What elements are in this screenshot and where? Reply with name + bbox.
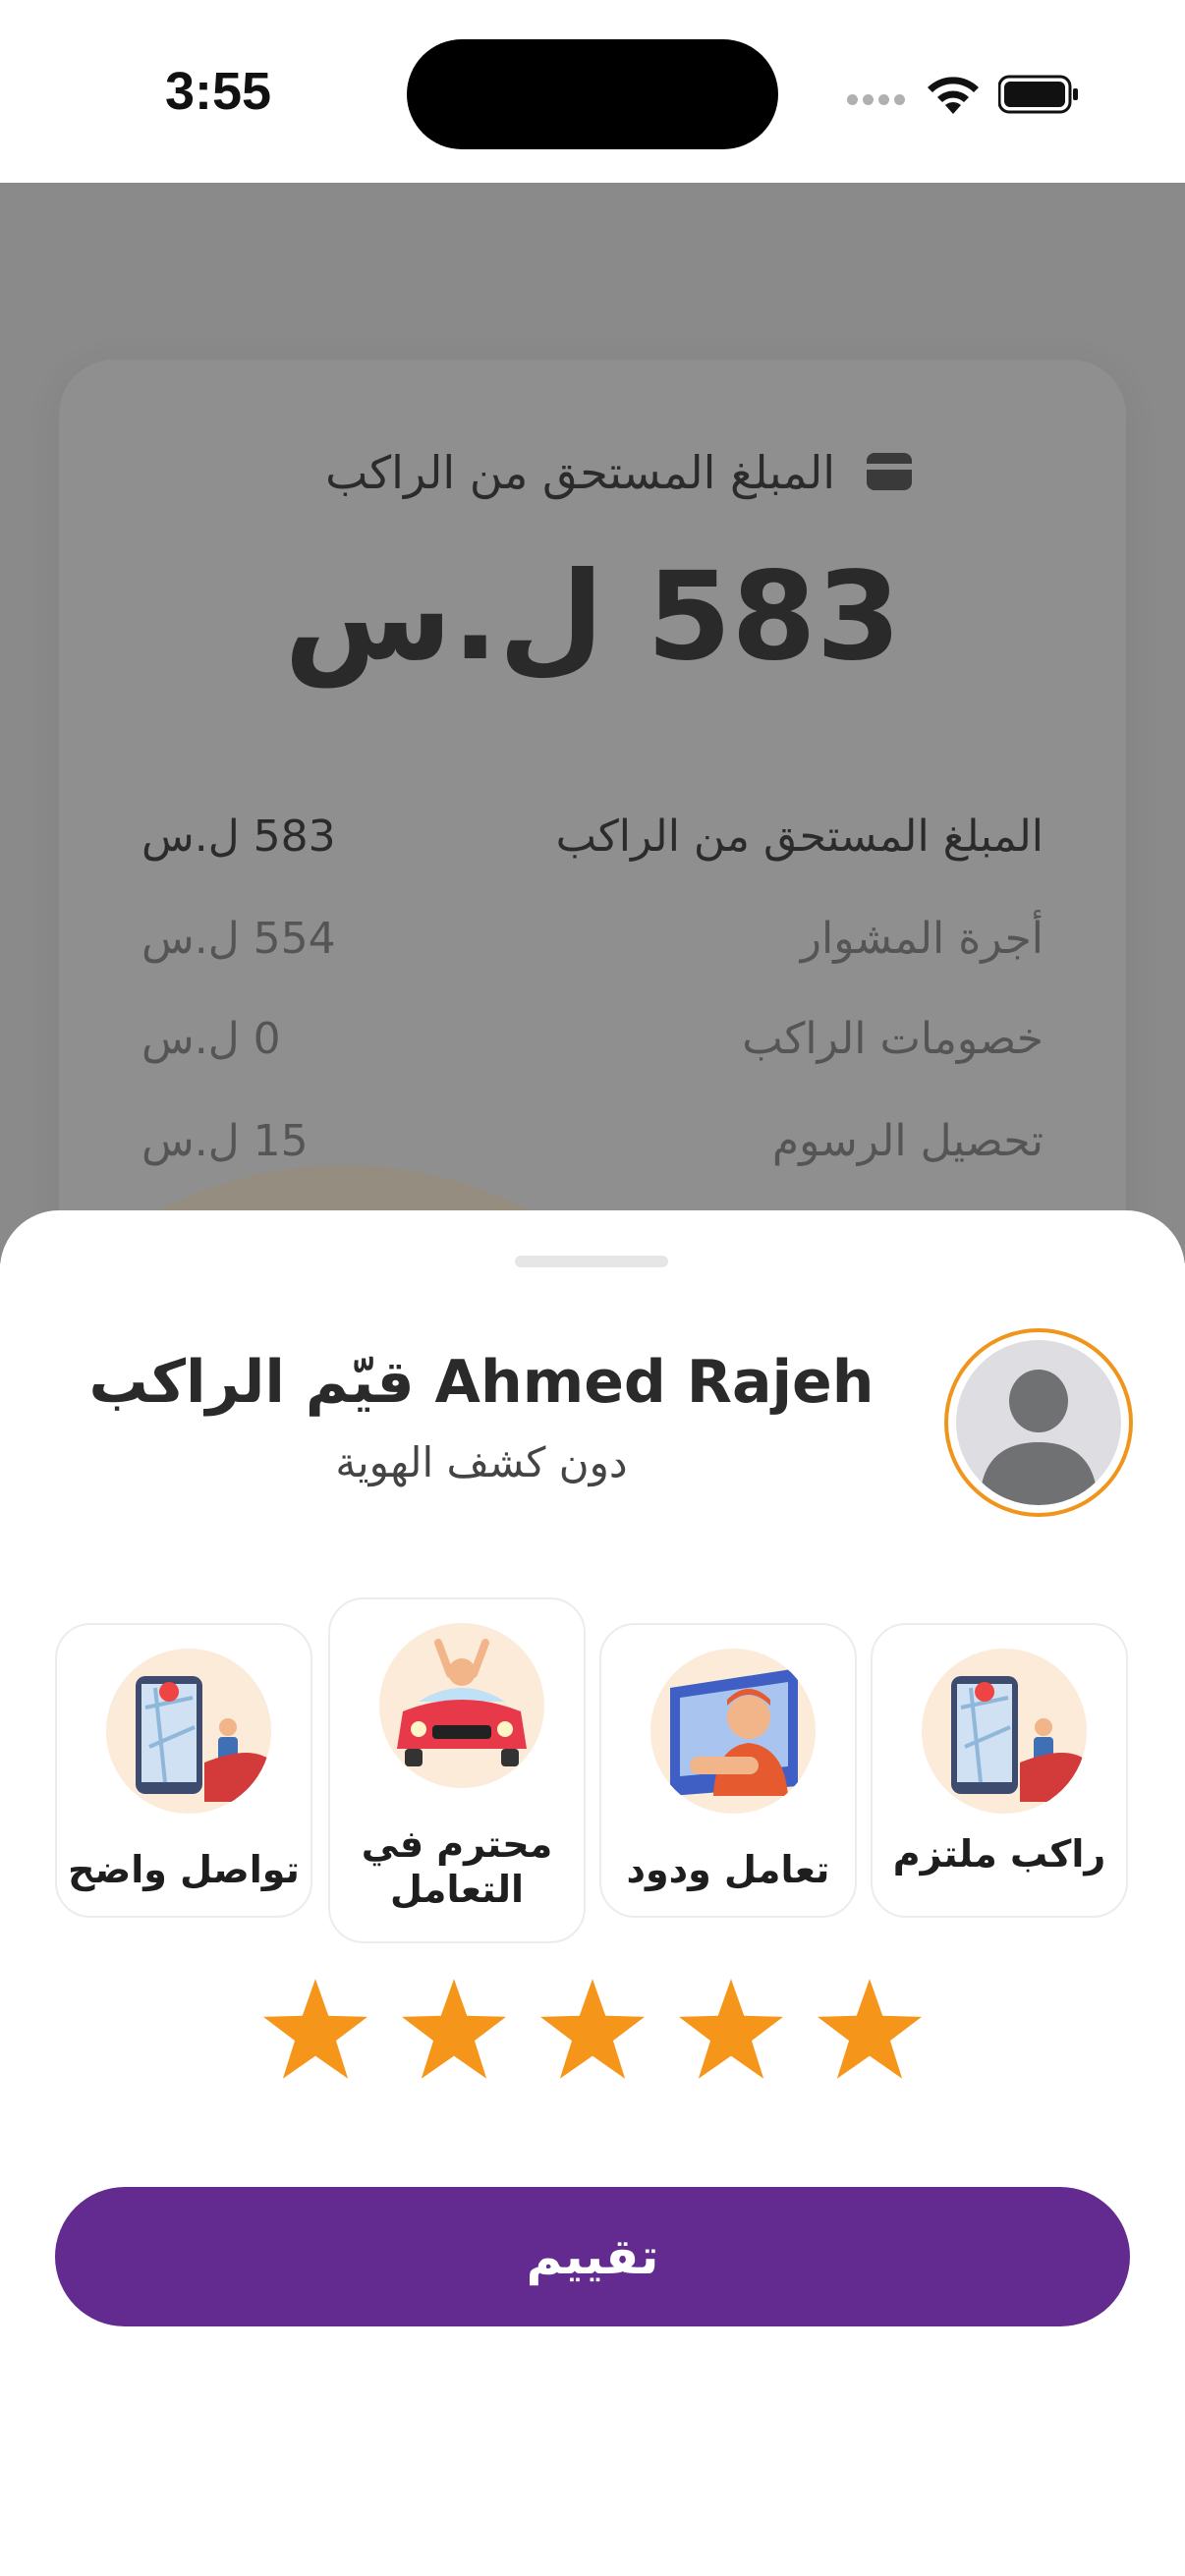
fare-row: تحصيل الرسوم 15 ل.س xyxy=(141,1116,1044,1175)
status-bar: 3:55 xyxy=(0,0,1185,183)
fare-row: خصومات الراكب 0 ل.س xyxy=(141,1014,1044,1073)
fare-row-label: تحصيل الرسوم xyxy=(771,1116,1044,1166)
dynamic-island xyxy=(407,39,778,149)
trait-options: راكب ملتزم تعامل ودود محترم في التعامل ت… xyxy=(55,1597,1130,1943)
wallet-icon xyxy=(867,453,912,492)
fare-row-value: 15 ل.س xyxy=(141,1116,309,1166)
trait-option-friendly[interactable]: تعامل ودود xyxy=(599,1623,857,1918)
total-amount: 583 ل.س xyxy=(284,546,901,688)
dimmed-background[interactable]: المبلغ المستحق من الراكب 583 ل.س المبلغ … xyxy=(0,183,1185,1263)
battery-icon xyxy=(998,75,1078,114)
fare-row-label: خصومات الراكب xyxy=(742,1014,1044,1064)
trait-option-clear-communication[interactable]: تواصل واضح xyxy=(55,1623,312,1918)
star-2-icon[interactable] xyxy=(399,1977,509,2081)
sheet-drag-handle[interactable] xyxy=(515,1256,668,1267)
fare-row: المبلغ المستحق من الراكب 583 ل.س xyxy=(141,812,1044,870)
status-time: 3:55 xyxy=(165,62,272,121)
fare-row-label: المبلغ المستحق من الراكب xyxy=(555,812,1044,862)
fare-row-value: 0 ل.س xyxy=(141,1014,281,1064)
map-phone-illustration-icon xyxy=(106,1649,271,1814)
star-rating xyxy=(0,1977,1185,2085)
fare-row-value: 583 ل.س xyxy=(141,812,336,862)
fare-row-label: أجرة المشوار xyxy=(800,914,1044,964)
fare-summary-heading: المبلغ المستحق من الراكب xyxy=(325,446,835,499)
submit-rating-button[interactable]: تقييم xyxy=(55,2187,1130,2326)
star-3-icon[interactable] xyxy=(537,1977,648,2081)
trait-option-committed[interactable]: راكب ملتزم xyxy=(871,1623,1128,1918)
user-placeholder-icon xyxy=(980,1370,1098,1505)
trait-label: تعامل ودود xyxy=(626,1848,830,1891)
star-1-icon[interactable] xyxy=(260,1977,370,2081)
wifi-icon xyxy=(928,77,979,114)
happy-car-illustration-icon xyxy=(379,1623,544,1788)
fare-row-value: 554 ل.س xyxy=(141,914,336,964)
star-5-icon[interactable] xyxy=(815,1977,925,2081)
avatar xyxy=(944,1328,1133,1517)
fare-summary-card: المبلغ المستحق من الراكب 583 ل.س المبلغ … xyxy=(59,360,1126,1263)
map-phone-illustration-icon xyxy=(922,1649,1087,1814)
trait-option-respectful[interactable]: محترم في التعامل xyxy=(328,1597,586,1943)
signal-icon xyxy=(847,90,910,110)
rating-bottom-sheet: قيّم الراكب Ahmed Rajeh دون كشف الهوية ر… xyxy=(0,1210,1185,2576)
rating-title: قيّم الراكب Ahmed Rajeh xyxy=(88,1348,875,1417)
friendly-driver-illustration-icon xyxy=(650,1649,816,1814)
anonymous-note: دون كشف الهوية xyxy=(335,1438,628,1486)
trait-label: راكب ملتزم xyxy=(892,1832,1106,1876)
trait-label: محترم في التعامل xyxy=(361,1822,553,1911)
fare-row: أجرة المشوار 554 ل.س xyxy=(141,914,1044,973)
trait-label: تواصل واضح xyxy=(68,1848,300,1891)
star-4-icon[interactable] xyxy=(676,1977,786,2081)
